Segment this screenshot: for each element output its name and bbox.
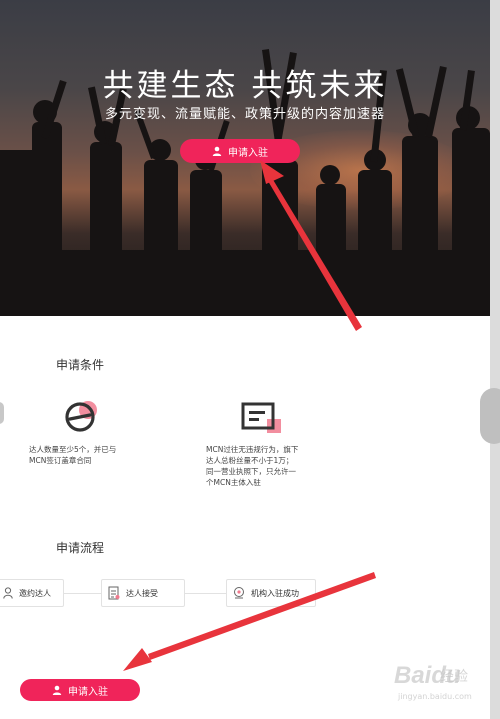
carousel-left-handle[interactable] bbox=[0, 402, 4, 424]
location-pin-icon bbox=[234, 587, 244, 599]
user-icon bbox=[52, 685, 62, 695]
bottom-apply-label: 申请入驻 bbox=[68, 686, 108, 698]
conditions-title: 申请条件 bbox=[56, 358, 105, 372]
scrollbar-handle[interactable] bbox=[480, 388, 500, 444]
target-ring-icon bbox=[65, 401, 97, 432]
step-label: 邀约达人 bbox=[19, 588, 51, 598]
process-title: 申请流程 bbox=[56, 541, 105, 555]
watermark-url: jingyan.baidu.com bbox=[398, 692, 472, 701]
condition-1-text: 达人数量至少5个，并已与 MCN签订盖章合同 bbox=[29, 445, 117, 465]
user-icon bbox=[3, 587, 13, 599]
bottom-apply-button[interactable]: 申请入驻 bbox=[20, 679, 140, 701]
hero-subtitle: 多元变现、流量赋能、政策升级的内容加速器 bbox=[104, 107, 385, 122]
step-label: 机构入驻成功 bbox=[251, 588, 299, 598]
process-step-accept: 达人接受 bbox=[101, 579, 185, 607]
hero-banner: 共建生态 共筑未来 多元变现、流量赋能、政策升级的内容加速器 申请入驻 bbox=[0, 0, 490, 316]
hero-apply-button[interactable]: 申请入驻 bbox=[180, 139, 300, 163]
hero-title: 共建生态 共筑未来 bbox=[102, 68, 388, 104]
watermark-brand-cn: 经验 bbox=[440, 669, 468, 685]
scrollbar-track[interactable] bbox=[490, 0, 500, 719]
hero-apply-label: 申请入驻 bbox=[228, 147, 268, 159]
step-connector bbox=[184, 593, 230, 594]
step-label: 达人接受 bbox=[126, 588, 158, 598]
condition-2-text: MCN过往无违规行为，旗下 达人总粉丝量不小于1万； 同一营业执照下，只允许一 … bbox=[206, 445, 299, 487]
step-connector bbox=[60, 593, 104, 594]
document-icon bbox=[241, 402, 281, 433]
process-step-invite: 邀约达人 bbox=[0, 579, 64, 607]
user-icon bbox=[212, 146, 222, 156]
process-step-success: 机构入驻成功 bbox=[226, 579, 316, 607]
document-icon bbox=[108, 586, 120, 600]
